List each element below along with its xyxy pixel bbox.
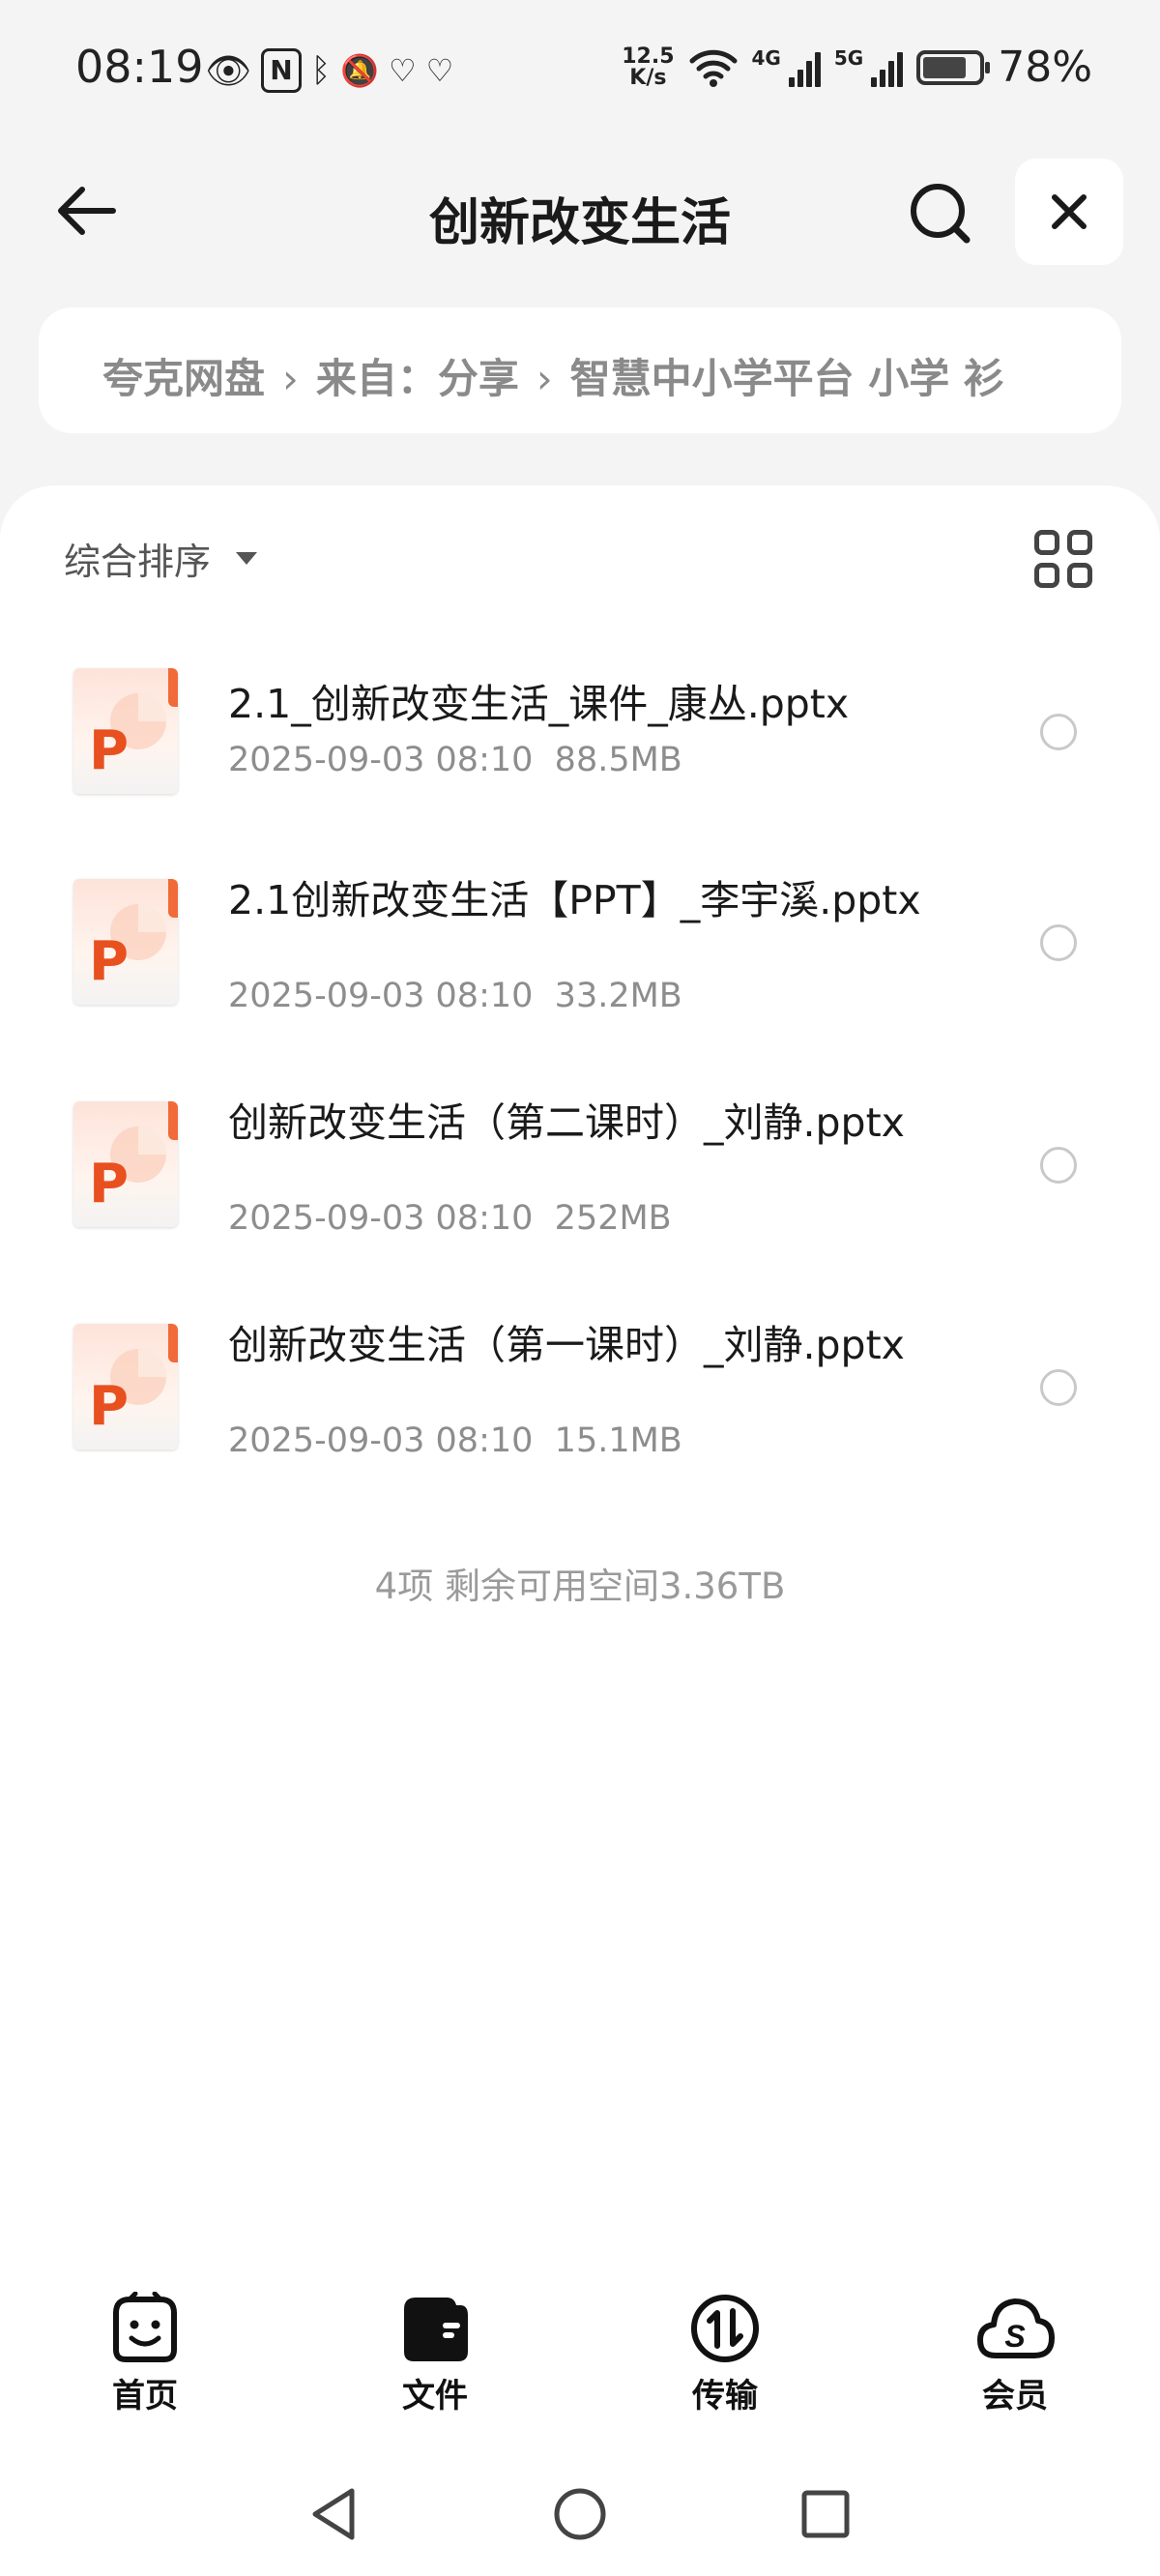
status-time: 08:19 <box>75 41 204 93</box>
battery-fill <box>923 56 966 78</box>
file-name: 创新改变生活（第二课时）_刘静.pptx <box>228 1099 905 1146</box>
page-title: 创新改变生活 <box>428 194 731 252</box>
breadcrumb-trail: 夸克网盘 › 来自：分享 › 智慧中小学平台 小学 衫 <box>102 346 1058 405</box>
storage-summary: 4项 剩余可用空间3.36TB <box>374 1566 786 1607</box>
signal-bars-icon-2 <box>871 48 904 87</box>
sort-label: 综合排序 <box>64 541 212 583</box>
signal-2-label: 5G <box>833 46 864 70</box>
file-row[interactable]: P 创新改变生活（第一课时）_刘静.pptx 2025-09-03 08:10 … <box>0 1296 1160 1489</box>
select-radio[interactable] <box>1040 714 1077 750</box>
cloud-s-icon: S <box>977 2298 1055 2358</box>
file-date: 2025-09-03 08:10 <box>228 1199 534 1238</box>
nfc-icon: N <box>261 48 302 93</box>
system-recents-icon[interactable] <box>800 2489 851 2539</box>
select-radio[interactable] <box>1040 1147 1077 1184</box>
arrow-left-icon <box>58 187 116 235</box>
pptx-file-icon: P <box>73 1101 178 1227</box>
breadcrumb-item-current[interactable]: 智慧中小学平台 小学 衫 <box>570 355 1004 402</box>
file-name: 2.1_创新改变生活_课件_康丛.pptx <box>228 681 850 727</box>
network-speed-unit: K/s <box>629 65 667 90</box>
system-home-icon[interactable] <box>553 2487 607 2541</box>
breadcrumb-item-root[interactable]: 夸克网盘 <box>102 355 265 402</box>
breadcrumb: 夸克网盘 › 来自：分享 › 智慧中小学平台 小学 衫 <box>39 307 1121 433</box>
file-row[interactable]: P 2.1创新改变生活【PPT】_李宇溪.pptx 2025-09-03 08:… <box>0 851 1160 1044</box>
file-date: 2025-09-03 08:10 <box>228 977 534 1015</box>
nav-home[interactable]: 首页 <box>0 2292 290 2437</box>
transfer-arrows-icon <box>691 2295 759 2362</box>
eye-icon: 👁 <box>205 49 252 92</box>
pptx-file-icon: P <box>73 668 178 794</box>
system-nav-bar <box>0 2475 1160 2553</box>
bottom-nav: 首页 文件 传输 S 会员 <box>0 2292 1160 2437</box>
chevron-right-icon: › <box>282 355 299 402</box>
select-radio[interactable] <box>1040 924 1077 961</box>
system-back-icon[interactable] <box>307 2485 358 2543</box>
status-bar: 08:19 👁 N ᛒ 🔕 ♡ ♡ 12.5 K/s 4G 5G 78% <box>0 0 1160 145</box>
file-size: 15.1MB <box>554 1421 682 1460</box>
nav-home-label: 首页 <box>112 2377 178 2415</box>
file-date: 2025-09-03 08:10 <box>228 741 534 779</box>
wallet-folder-icon <box>404 2298 468 2361</box>
file-icon-letter: P <box>89 1153 130 1215</box>
svg-text:S: S <box>1004 2319 1026 2354</box>
file-name: 创新改变生活（第一课时）_刘静.pptx <box>228 1322 905 1368</box>
nav-files[interactable]: 文件 <box>290 2292 580 2437</box>
file-meta: 2025-09-03 08:10 33.2MB <box>228 977 682 1015</box>
network-speed-value: 12.5 <box>622 44 675 69</box>
file-icon-letter: P <box>89 1375 130 1438</box>
close-button[interactable] <box>1015 159 1123 265</box>
nav-files-label: 文件 <box>402 2377 468 2415</box>
file-date: 2025-09-03 08:10 <box>228 1421 534 1460</box>
pptx-file-icon: P <box>73 879 178 1005</box>
battery-percent: 78% <box>998 43 1092 92</box>
file-size: 252MB <box>554 1199 672 1238</box>
signal-bars-icon <box>788 48 821 87</box>
app-badge-icon: ♡ <box>388 52 417 89</box>
file-name: 2.1创新改变生活【PPT】_李宇溪.pptx <box>228 877 921 923</box>
grid-view-toggle[interactable] <box>1034 530 1092 588</box>
app-badge-icon-2: ♡ <box>425 52 454 89</box>
select-radio[interactable] <box>1040 1369 1077 1406</box>
network-speed: 12.5 K/s <box>622 44 675 90</box>
nav-transfer[interactable]: 传输 <box>580 2292 870 2437</box>
grid-view-icon <box>1034 530 1059 555</box>
nav-membership[interactable]: S 会员 <box>870 2292 1160 2437</box>
file-size: 33.2MB <box>554 977 682 1015</box>
battery-icon <box>916 49 991 85</box>
status-right-cluster: 12.5 K/s 4G 5G 78% <box>622 43 1092 92</box>
file-row[interactable]: P 创新改变生活（第二课时）_刘静.pptx 2025-09-03 08:10 … <box>0 1073 1160 1267</box>
file-row[interactable]: P 2.1_创新改变生活_课件_康丛.pptx 2025-09-03 08:10… <box>0 638 1160 832</box>
sort-dropdown[interactable]: 综合排序 <box>64 532 258 585</box>
pptx-file-icon: P <box>73 1324 178 1449</box>
file-icon-letter: P <box>89 930 130 993</box>
file-meta: 2025-09-03 08:10 15.1MB <box>228 1421 682 1460</box>
smiley-face-icon <box>113 2292 177 2362</box>
search-button[interactable] <box>899 172 980 253</box>
file-meta: 2025-09-03 08:10 88.5MB <box>228 741 682 779</box>
bell-muted-icon: 🔕 <box>340 52 379 89</box>
file-icon-letter: P <box>89 719 130 782</box>
bluetooth-icon: ᛒ <box>310 51 332 90</box>
nav-transfer-label: 传输 <box>692 2377 758 2415</box>
wifi-icon <box>689 49 738 87</box>
file-meta: 2025-09-03 08:10 252MB <box>228 1199 672 1238</box>
back-button[interactable] <box>46 172 124 249</box>
search-icon <box>911 184 971 244</box>
nav-membership-label: 会员 <box>982 2377 1048 2415</box>
caret-down-icon <box>236 552 258 565</box>
close-icon <box>1052 194 1087 229</box>
status-notification-icons: 👁 N ᛒ 🔕 ♡ ♡ <box>205 48 453 93</box>
chevron-right-icon: › <box>536 355 553 402</box>
file-size: 88.5MB <box>554 741 682 779</box>
breadcrumb-item-shared[interactable]: 来自：分享 <box>316 355 519 402</box>
signal-1-label: 4G <box>751 46 781 70</box>
